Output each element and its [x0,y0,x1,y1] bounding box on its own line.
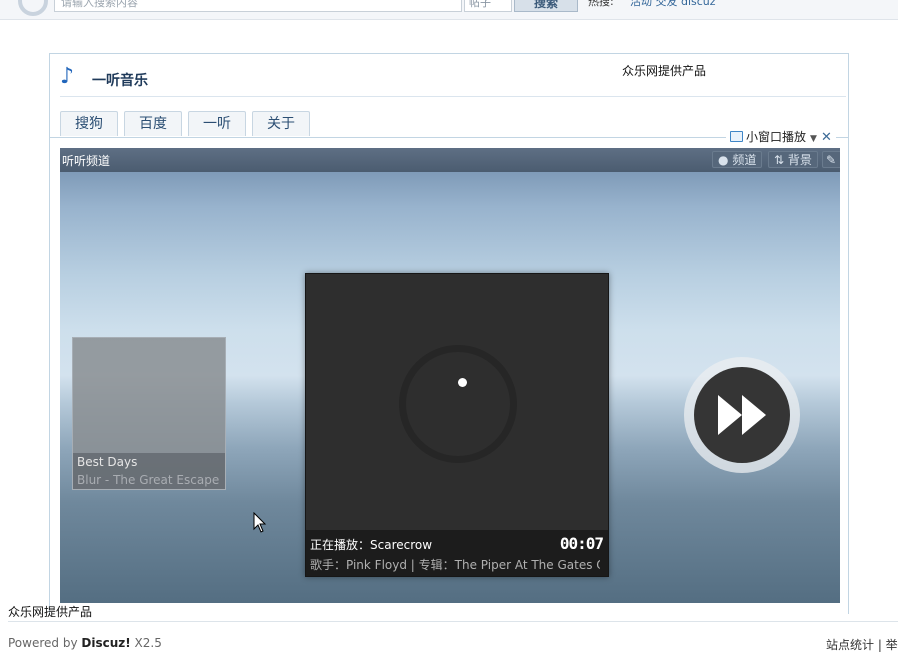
powered-prefix: Powered by [8,636,82,650]
background-button[interactable]: ⇅ 背景 [768,151,818,168]
background-button-label: 背景 [787,153,812,167]
channel-title: 听听频道 [62,154,111,168]
music-note-icon: ♪ [60,64,75,89]
discuz-link[interactable]: Discuz! [81,636,130,650]
powered-by: Powered by Discuz! X2.5 [8,636,162,650]
hot-search-label: 热搜: [588,0,614,8]
playback-time: 00:07 [559,534,604,553]
next-song-button[interactable] [684,357,800,473]
search-icon [18,0,48,16]
search-type-select[interactable]: 帖子 [464,0,512,12]
footer-provider: 众乐网提供产品 [8,605,93,619]
search-button[interactable]: 搜索 [514,0,578,12]
top-search-bar: 请输入搜索内容 帖子 搜索 热搜: 活动 交友 discuz [0,0,898,20]
close-icon[interactable]: ✕ [821,130,832,145]
footer-divider [8,621,898,622]
tab-about[interactable]: 关于 [252,111,310,136]
previous-song-title: Best Days [77,455,138,469]
tab-yiting[interactable]: 一听 [188,111,246,136]
now-playing-info: 正在播放：Scarecrow 00:07 歌手：Pink Floyd | 专辑：… [306,530,608,576]
app-title: 一听音乐 [92,73,148,89]
mini-player-label[interactable]: 小窗口播放 [746,130,806,144]
tab-baidu[interactable]: 百度 [124,111,182,136]
app-panel: ♪ 一听音乐 众乐网提供产品 搜狗 百度 一听 关于 小窗口播放 ▼ ✕ 听听频道 … [49,53,849,614]
player-toolbar: 听听频道 ● 频道 ⇅ 背景 ✎ [60,148,840,172]
info-icon: ● [718,153,729,167]
swap-icon: ⇅ [774,153,785,167]
tab-sogou[interactable]: 搜狗 [60,111,118,136]
header-divider [60,96,846,97]
disc-dot [458,378,467,387]
previous-song-caption: Best Days Blur - The Great Escape [73,453,225,489]
channel-button-label: 频道 [732,153,757,167]
dropdown-arrow-icon[interactable]: ▼ [810,134,817,144]
channel-button[interactable]: ● 频道 [712,151,763,168]
tv-icon [730,131,743,142]
powered-version: X2.5 [130,636,162,650]
previous-song-card[interactable]: Best Days Blur - The Great Escape [72,337,226,490]
mini-player-control[interactable]: 小窗口播放 ▼ ✕ [726,128,836,146]
now-playing-meta: 歌手：Pink Floyd | 专辑：The Piper At The Gate… [310,558,600,572]
footer-links[interactable]: 站点统计 | 举 [826,636,898,653]
previous-song-subtitle: Blur - The Great Escape [77,473,220,487]
music-player: 听听频道 ● 频道 ⇅ 背景 ✎ Best Days Blur - The Gr… [60,148,840,603]
now-playing-card: 正在播放：Scarecrow 00:07 歌手：Pink Floyd | 专辑：… [305,273,609,577]
fast-forward-icon [718,395,766,435]
mouse-cursor-icon [253,512,267,533]
search-input[interactable]: 请输入搜索内容 [54,0,462,12]
hot-search-links[interactable]: 活动 交友 discuz [630,0,716,9]
disc-icon [399,345,517,463]
provider-label: 众乐网提供产品 [622,64,707,78]
now-playing-title: 正在播放：Scarecrow [310,538,433,552]
pencil-icon[interactable]: ✎ [822,151,840,168]
